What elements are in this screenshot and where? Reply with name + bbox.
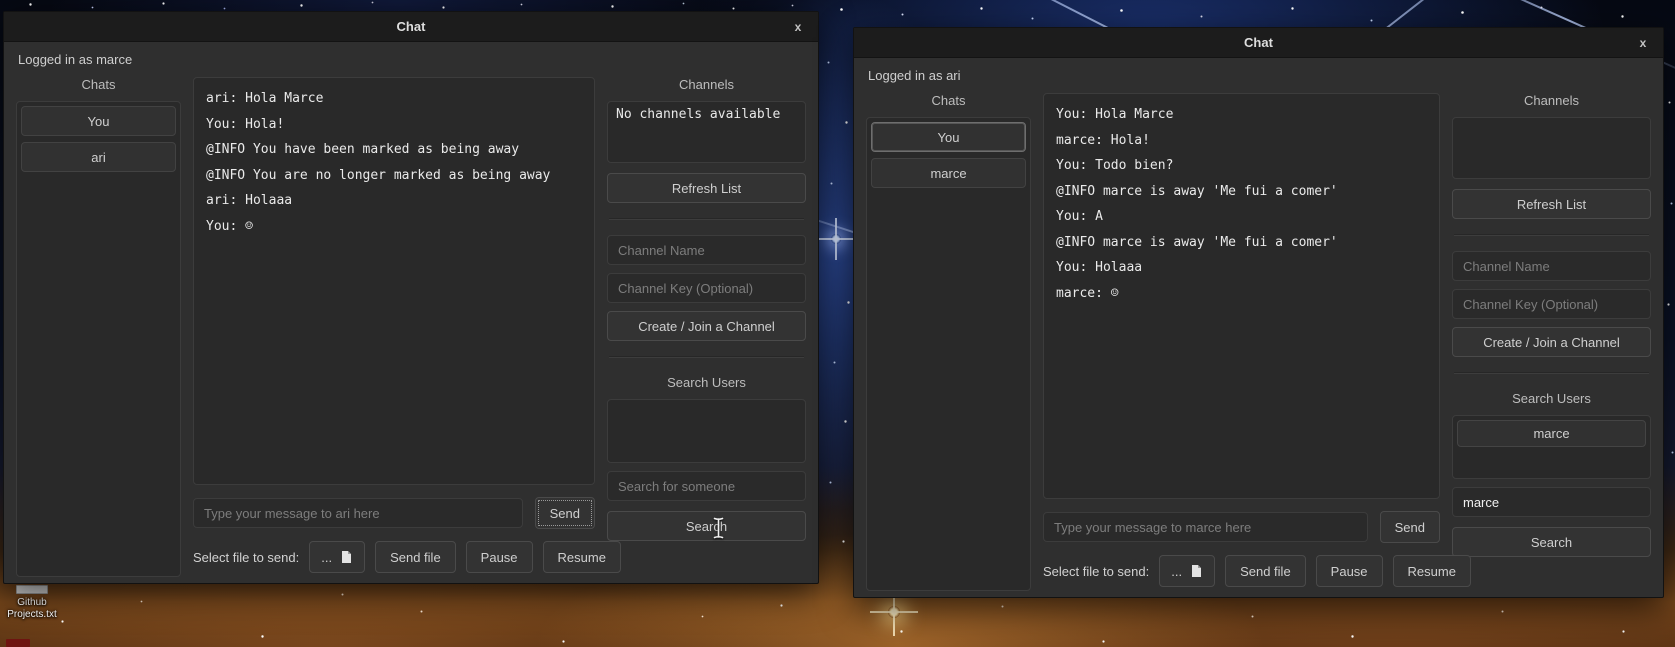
chat-list: You ari: [16, 101, 181, 577]
file-icon: [342, 551, 352, 563]
user-results-list[interactable]: [607, 399, 806, 463]
channel-key-input[interactable]: [1452, 289, 1651, 319]
browse-file-ellipsis: ...: [321, 549, 333, 565]
channels-header: Channels: [679, 77, 734, 92]
channels-panel: Channels Refresh List Create / Join a Ch…: [1452, 93, 1651, 591]
pause-button[interactable]: Pause: [1315, 555, 1383, 587]
chat-message: You: ☺: [206, 218, 253, 234]
chat-message: @INFO You have been marked as being away: [206, 142, 520, 157]
desktop-icon-label-line2: Projects.txt: [7, 609, 57, 620]
file-thumbnail: [16, 585, 48, 594]
user-results-list[interactable]: marce: [1452, 415, 1651, 479]
search-user-input[interactable]: [607, 471, 806, 501]
window-title: Chat: [396, 19, 426, 34]
conversation-column: ari: Hola Marce You: Hola! @INFO You have …: [193, 77, 724, 577]
bright-star: [870, 588, 918, 636]
resume-button[interactable]: Resume: [542, 541, 621, 573]
desktop-icon-label-line1: Github: [17, 597, 47, 608]
file-icon: [1192, 565, 1202, 577]
send-file-button[interactable]: Send file: [375, 541, 456, 573]
chat-message: @INFO marce is away 'Me fui a comer': [1056, 234, 1338, 250]
channels-list[interactable]: [1452, 117, 1651, 179]
chat-message: You: Hola Marce: [1056, 107, 1174, 122]
chats-sidebar: Chats You marce: [866, 93, 1031, 591]
chat-list-item[interactable]: You: [21, 106, 176, 136]
select-file-label: Select file to send:: [193, 549, 300, 565]
titlebar[interactable]: Chat x: [854, 28, 1663, 58]
starfield: [0, 0, 1, 1]
message-log[interactable]: ari: Hola Marce You: Hola! @INFO You have …: [193, 77, 595, 485]
chat-message: ari: Holaaa: [206, 193, 293, 208]
chat-message: ari: Hola Marce: [206, 91, 324, 106]
search-user-input[interactable]: [1452, 487, 1651, 517]
search-users-header: Search Users: [1512, 391, 1591, 406]
divider: [1454, 372, 1649, 374]
chat-message: You: Hola!: [206, 116, 285, 132]
create-join-channel-button[interactable]: Create / Join a Channel: [607, 311, 806, 341]
chat-message: @INFO marce is away 'Me fui a comer': [1056, 183, 1338, 199]
conversation-column: You: Hola Marce marce: Hola! You: Todo bie…: [1043, 93, 1471, 591]
close-icon[interactable]: x: [791, 20, 805, 34]
refresh-list-button[interactable]: Refresh List: [607, 173, 806, 203]
chat-message: You: Todo bien?: [1056, 158, 1174, 173]
channel-name-input[interactable]: [1452, 251, 1651, 281]
search-users-header: Search Users: [667, 375, 746, 390]
create-join-channel-button[interactable]: Create / Join a Channel: [1452, 327, 1651, 357]
close-icon[interactable]: x: [1636, 36, 1650, 50]
channel-name-input[interactable]: [607, 235, 806, 265]
channels-list[interactable]: No channels available: [607, 101, 806, 163]
send-file-button[interactable]: Send file: [1225, 555, 1306, 587]
channels-panel: Channels No channels available Refresh L…: [607, 77, 806, 577]
chats-header: Chats: [81, 77, 116, 92]
browse-file-button[interactable]: ...: [1159, 555, 1216, 587]
chat-list-item[interactable]: ari: [21, 142, 176, 172]
chat-list-item[interactable]: marce: [871, 158, 1026, 188]
text-cursor: [712, 517, 725, 544]
message-input[interactable]: [1043, 512, 1368, 542]
chat-window-marce: Chat x Logged in as marce Chats You ari a…: [3, 11, 819, 584]
channels-header: Channels: [1524, 93, 1579, 108]
message-input[interactable]: [193, 498, 523, 528]
desktop-icon-partial[interactable]: [6, 639, 30, 647]
desktop-icon-github-projects[interactable]: Github Projects.txt: [6, 585, 58, 621]
chat-message: You: A: [1056, 209, 1103, 224]
browse-file-button[interactable]: ...: [309, 541, 366, 573]
chat-list-item[interactable]: You: [871, 122, 1026, 152]
titlebar[interactable]: Chat x: [4, 12, 818, 42]
send-button[interactable]: Send: [534, 497, 595, 529]
refresh-list-button[interactable]: Refresh List: [1452, 189, 1651, 219]
divider: [609, 356, 804, 358]
search-button[interactable]: Search: [607, 511, 806, 541]
browse-file-ellipsis: ...: [1171, 563, 1183, 579]
message-log[interactable]: You: Hola Marce marce: Hola! You: Todo bie…: [1043, 93, 1440, 499]
user-result-item[interactable]: marce: [1457, 420, 1646, 447]
logged-in-label: Logged in as marce: [18, 52, 133, 67]
channel-key-input[interactable]: [607, 273, 806, 303]
chats-header: Chats: [931, 93, 966, 108]
chat-message: marce: ☺: [1056, 285, 1119, 301]
chat-window-ari: Chat x Logged in as ari Chats You marce Y…: [853, 27, 1664, 598]
send-button[interactable]: Send: [1379, 511, 1440, 543]
divider: [1454, 234, 1649, 236]
chat-message: You: Holaaa: [1056, 260, 1143, 275]
divider: [609, 218, 804, 220]
logged-in-label: Logged in as ari: [868, 68, 961, 83]
resume-button[interactable]: Resume: [1392, 555, 1471, 587]
chat-message: marce: Hola!: [1056, 132, 1150, 148]
chat-list: You marce: [866, 117, 1031, 591]
pause-button[interactable]: Pause: [465, 541, 533, 573]
window-title: Chat: [1244, 35, 1273, 50]
bright-star: [815, 218, 857, 260]
chats-sidebar: Chats You ari: [16, 77, 181, 577]
window-body: Logged in as ari Chats You marce You: Hol…: [854, 58, 1663, 597]
select-file-label: Select file to send:: [1043, 563, 1150, 579]
search-button[interactable]: Search: [1452, 527, 1651, 557]
window-body: Logged in as marce Chats You ari ari: Hol…: [4, 42, 818, 583]
chat-message: @INFO You are no longer marked as being …: [206, 167, 551, 183]
